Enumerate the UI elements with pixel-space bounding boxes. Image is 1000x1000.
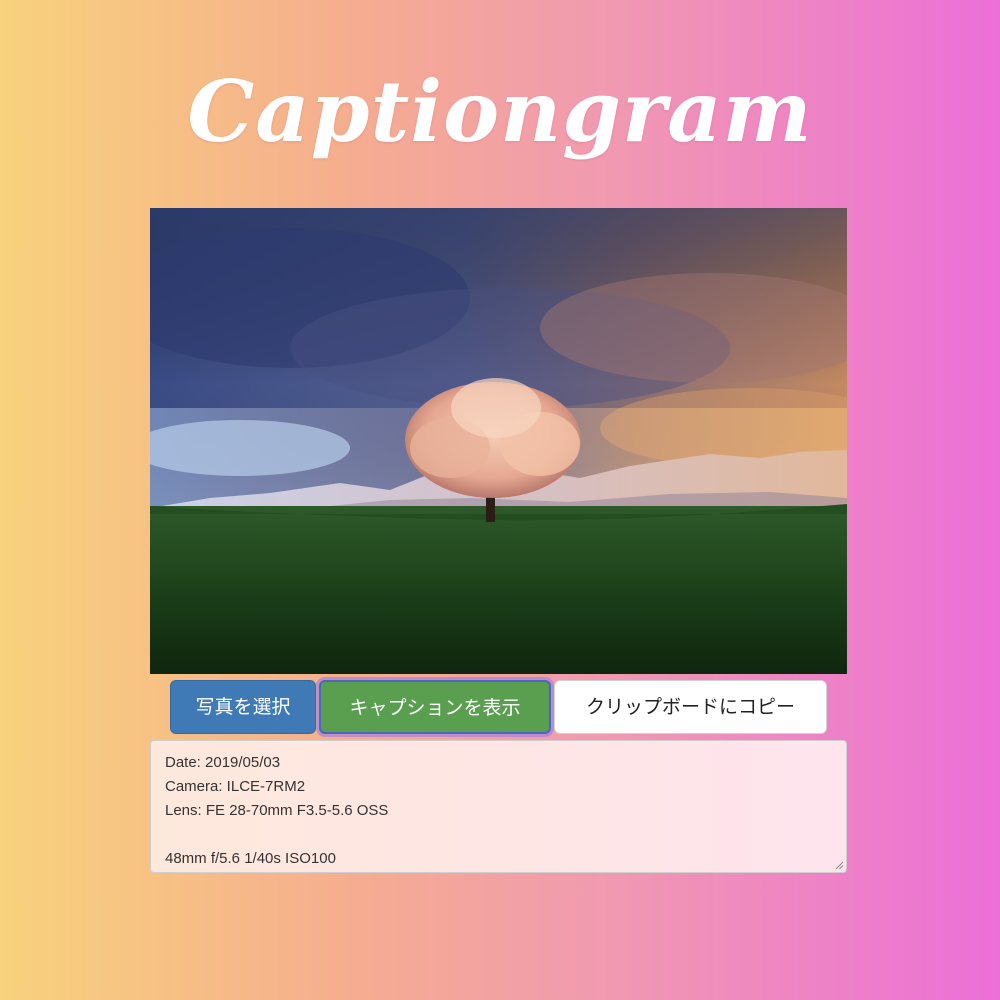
landscape-photo-image [150, 208, 847, 674]
caption-camera-line: Camera: ILCE-7RM2 [165, 778, 306, 795]
caption-lens-line: Lens: FE 28-70mm F3.5-5.6 OSS [165, 802, 389, 819]
caption-exposure-line: 48mm f/5.6 1/40s ISO100 [165, 850, 336, 867]
action-button-row: 写真を選択 キャプションを表示 クリップボードにコピー [169, 680, 829, 736]
caption-date-line: Date: 2019/05/03 [165, 754, 281, 771]
photo-preview [150, 208, 847, 674]
app-title: Captiongram [187, 62, 813, 161]
show-caption-button[interactable]: キャプションを表示 [319, 680, 551, 734]
caption-textarea[interactable]: Date: 2019/05/03 Camera: ILCE-7RM2 Lens:… [150, 740, 847, 873]
resize-grip-icon[interactable] [834, 860, 844, 870]
select-photo-button[interactable]: 写真を選択 [170, 680, 316, 734]
copy-to-clipboard-button[interactable]: クリップボードにコピー [554, 680, 827, 734]
